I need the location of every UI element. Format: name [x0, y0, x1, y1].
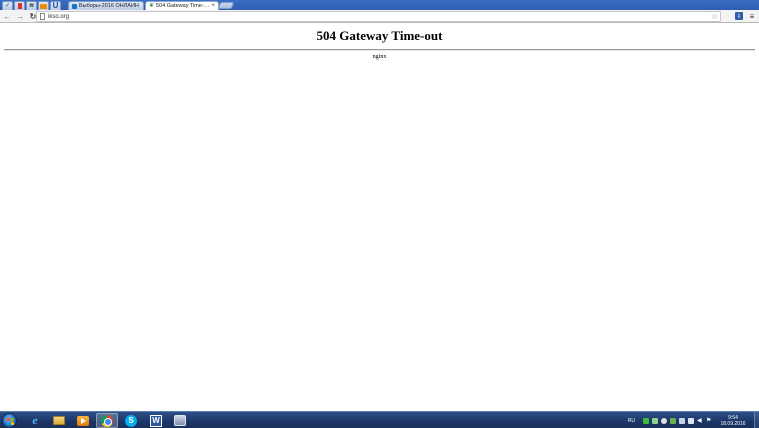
back-button[interactable]: ← [1, 10, 13, 22]
clock-date: 18.09.2016 [720, 420, 746, 427]
windows-logo-icon [7, 418, 14, 425]
horizontal-rule [4, 49, 755, 51]
network-icon[interactable] [688, 417, 694, 424]
word-icon: W [150, 414, 162, 427]
tray-shield-icon[interactable] [670, 417, 676, 424]
server-name: nginx [372, 54, 387, 60]
new-tab-button[interactable] [217, 2, 235, 9]
arrow-left-icon: ← [3, 11, 11, 21]
close-tab-icon[interactable]: × [211, 3, 215, 9]
tray-circle-icon[interactable] [661, 417, 667, 424]
page-title: 504 Gateway Time-out [316, 28, 443, 43]
pinned-tab-u[interactable]: U [50, 1, 61, 10]
pinned-tab-wifi[interactable]: ≋ [26, 1, 37, 10]
orange-envelope-icon [40, 3, 47, 9]
taskbar-chrome[interactable] [96, 413, 118, 428]
tray-green-icon[interactable] [643, 417, 649, 424]
address-text: ikso.org [48, 13, 70, 20]
pinned-tab-mail[interactable] [38, 1, 49, 10]
show-desktop-button[interactable] [754, 412, 759, 428]
internet-explorer-icon: e [32, 413, 38, 427]
download-extension-icon: ⇩ [735, 12, 743, 20]
tab-title: Выборы-2016 ОНЛАЙН [79, 3, 139, 9]
skype-icon: S [125, 414, 137, 427]
browser-toolbar: ← → ↻ ikso.org ☆ ⇩ ≡ [0, 10, 759, 23]
menu-button[interactable]: ≡ [747, 11, 757, 21]
windows-taskbar: e S W RU ◀ ⚑ 9:54 18.09.2016 [0, 411, 759, 428]
arrow-right-icon: → [16, 11, 24, 21]
address-bar[interactable]: ikso.org ☆ [36, 11, 721, 22]
clock[interactable]: 9:54 18.09.2016 [718, 415, 748, 427]
bookmark-star-icon[interactable]: ☆ [711, 12, 718, 22]
pinned-tab-vk[interactable]: ✓ [2, 1, 13, 10]
language-indicator[interactable]: RU [628, 418, 635, 424]
extension-button[interactable]: ⇩ [734, 11, 744, 21]
volume-icon[interactable]: ◀ [697, 418, 703, 424]
page-viewport: 504 Gateway Time-out nginx [0, 24, 759, 411]
taskbar-word[interactable]: W [145, 413, 167, 428]
folder-icon [53, 416, 65, 425]
taskbar-media-player[interactable] [72, 413, 94, 428]
tray-monitor-icon[interactable] [679, 417, 685, 424]
system-tray: RU ◀ ⚑ 9:54 18.09.2016 [628, 412, 759, 428]
hamburger-menu-icon: ≡ [749, 11, 755, 21]
forward-button[interactable]: → [14, 10, 26, 22]
leaf-favicon-icon: ❦ [149, 3, 155, 9]
taskbar-skype[interactable]: S [120, 413, 142, 428]
site-favicon-icon [72, 3, 77, 9]
taskbar-explorer[interactable] [48, 413, 70, 428]
tab-elections[interactable]: Выборы-2016 ОНЛАЙН [68, 1, 144, 10]
taskbar-ie[interactable]: e [24, 413, 46, 428]
wifi-icon: ≋ [28, 3, 35, 9]
flag-icon[interactable]: ⚑ [706, 418, 712, 424]
pinned-tab-bookmark[interactable] [14, 1, 25, 10]
u-icon: U [52, 1, 59, 10]
taskbar-generic-app[interactable] [169, 413, 191, 428]
tab-gateway-timeout[interactable]: ❦ 504 Gateway Time-out × [145, 1, 219, 10]
tab-strip: ✓ ≋ U Выборы-2016 ОНЛАЙН ❦ 504 Gateway T… [0, 0, 759, 10]
media-player-icon [77, 415, 89, 426]
chrome-icon [101, 414, 113, 427]
red-bookmark-icon [17, 3, 22, 9]
tab-title: 504 Gateway Time-out [156, 3, 210, 9]
page-icon [40, 13, 45, 20]
tray-pen-icon[interactable] [652, 417, 658, 424]
app-window-icon [174, 415, 186, 426]
vk-icon: ✓ [4, 3, 11, 9]
start-button[interactable] [2, 413, 17, 428]
